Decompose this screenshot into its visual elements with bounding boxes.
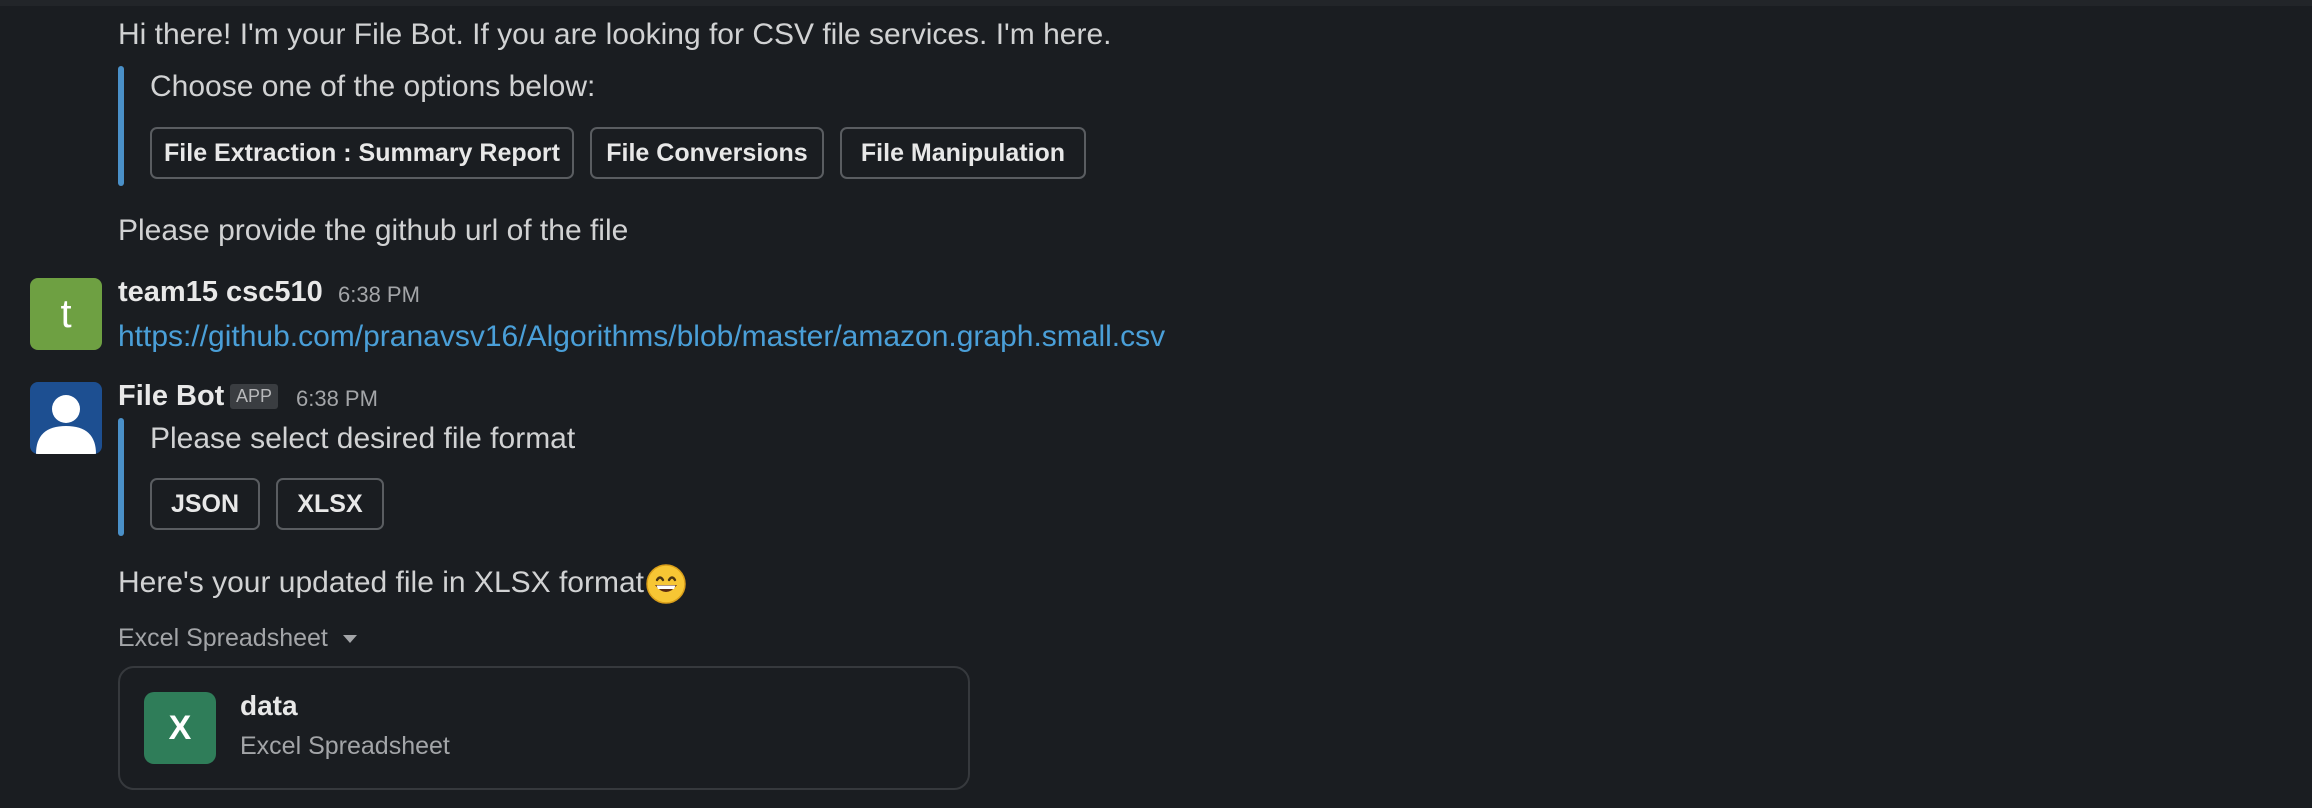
- file-conversions-button[interactable]: File Conversions: [590, 127, 824, 179]
- file-manipulation-button[interactable]: File Manipulation: [840, 127, 1086, 179]
- format-prompt: Please select desired file format: [150, 422, 576, 455]
- options-prompt: Choose one of the options below:: [150, 70, 596, 103]
- grinning-face-emoji: [646, 564, 686, 604]
- github-file-link[interactable]: https://github.com/pranavsv16/Algorithms…: [118, 320, 1165, 354]
- format-block-bar: [118, 418, 124, 536]
- app-badge: APP: [230, 384, 279, 409]
- greeting-text: Hi there! I'm your File Bot. If you are …: [118, 18, 1112, 51]
- options-block-bar: [118, 66, 124, 186]
- updated-file-text: Here's your updated file in XLSX format: [118, 566, 644, 599]
- user-avatar-initial: t: [60, 291, 72, 336]
- file-name: data: [240, 690, 298, 721]
- excel-icon: X: [144, 692, 216, 764]
- bot-avatar[interactable]: [30, 382, 102, 454]
- chat-window: Hi there! I'm your File Bot. If you are …: [0, 0, 2312, 808]
- github-url-prompt: Please provide the github url of the fil…: [118, 214, 629, 247]
- caret-down-icon: [342, 634, 357, 643]
- user-avatar[interactable]: t: [30, 278, 102, 350]
- file-type: Excel Spreadsheet: [240, 732, 450, 760]
- bot-sender-name[interactable]: File Bot: [118, 380, 224, 413]
- user-message-time[interactable]: 6:38 PM: [338, 282, 420, 308]
- top-divider: [0, 0, 2312, 6]
- file-extraction-button[interactable]: File Extraction : Summary Report: [150, 127, 574, 179]
- json-button[interactable]: JSON: [150, 478, 260, 530]
- file-attachment-toggle[interactable]: Excel Spreadsheet: [118, 624, 358, 653]
- bot-message-time[interactable]: 6:38 PM: [296, 386, 378, 412]
- excel-icon-letter: X: [168, 708, 192, 747]
- user-sender-name[interactable]: team15 csc510: [118, 276, 323, 309]
- file-attachment-label: Excel Spreadsheet: [118, 624, 328, 652]
- xlsx-button[interactable]: XLSX: [276, 478, 384, 530]
- file-card[interactable]: X data Excel Spreadsheet: [118, 666, 970, 790]
- person-silhouette-icon: [36, 395, 96, 454]
